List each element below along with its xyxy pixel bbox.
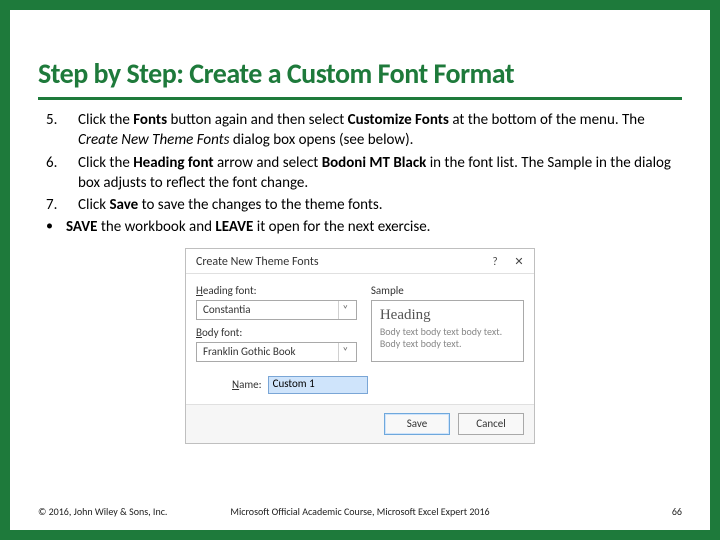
- page-number: 66: [672, 505, 682, 518]
- help-icon[interactable]: ?: [488, 255, 502, 268]
- create-theme-fonts-dialog: Create New Theme Fonts ? ✕ Heading font:…: [185, 248, 535, 444]
- name-row: Name: Custom 1: [232, 376, 524, 394]
- slide-frame: Step by Step: Create a Custom Font Forma…: [0, 0, 720, 540]
- sample-body: Body text body text body text. Body text…: [380, 326, 515, 351]
- heading-font-value: Constantia: [203, 303, 251, 316]
- save-button[interactable]: Save: [384, 413, 450, 435]
- chevron-down-icon: ˅: [338, 301, 352, 319]
- step-text: SAVE the workbook and LEAVE it open for …: [66, 217, 682, 237]
- step-text: Click the Heading font arrow and select …: [72, 153, 682, 194]
- dialog-title: Create New Theme Fonts: [196, 255, 319, 269]
- sample-label: Sample: [371, 284, 524, 297]
- sample-heading: Heading: [380, 307, 515, 324]
- step-number: 7.: [44, 195, 72, 215]
- name-input[interactable]: Custom 1: [268, 376, 368, 394]
- step-save: • SAVE the workbook and LEAVE it open fo…: [44, 217, 682, 237]
- title-divider: [38, 97, 682, 100]
- slide-footer: © 2016, John Wiley & Sons, Inc. Microsof…: [38, 505, 682, 518]
- step-7: 7. Click Save to save the changes to the…: [44, 195, 682, 215]
- step-6: 6. Click the Heading font arrow and sele…: [44, 153, 682, 194]
- body-font-value: Franklin Gothic Book: [203, 345, 295, 358]
- close-icon[interactable]: ✕: [512, 255, 526, 268]
- step-number: 5.: [44, 110, 72, 151]
- chevron-down-icon: ˅: [338, 343, 352, 361]
- step-5: 5. Click the Fonts button again and then…: [44, 110, 682, 151]
- step-text: Click Save to save the changes to the th…: [72, 195, 682, 215]
- dialog-body: Heading font: Constantia ˅ Body font: Fr…: [186, 274, 534, 404]
- name-label: Name:: [232, 378, 262, 391]
- dialog-titlebar: Create New Theme Fonts ? ✕: [186, 249, 534, 274]
- heading-font-select[interactable]: Constantia ˅: [196, 300, 357, 320]
- dialog-button-row: Save Cancel: [186, 404, 534, 443]
- step-text: Click the Fonts button again and then se…: [72, 110, 682, 151]
- sample-preview: Heading Body text body text body text. B…: [371, 300, 524, 362]
- page-title: Step by Step: Create a Custom Font Forma…: [38, 56, 682, 91]
- steps-list: 5. Click the Fonts button again and then…: [38, 110, 682, 238]
- step-number: 6.: [44, 153, 72, 194]
- heading-font-label: Heading font:: [196, 284, 357, 297]
- cancel-button[interactable]: Cancel: [458, 413, 524, 435]
- body-font-select[interactable]: Franklin Gothic Book ˅: [196, 342, 357, 362]
- body-font-label: Body font:: [196, 326, 357, 339]
- copyright: © 2016, John Wiley & Sons, Inc.: [38, 505, 167, 518]
